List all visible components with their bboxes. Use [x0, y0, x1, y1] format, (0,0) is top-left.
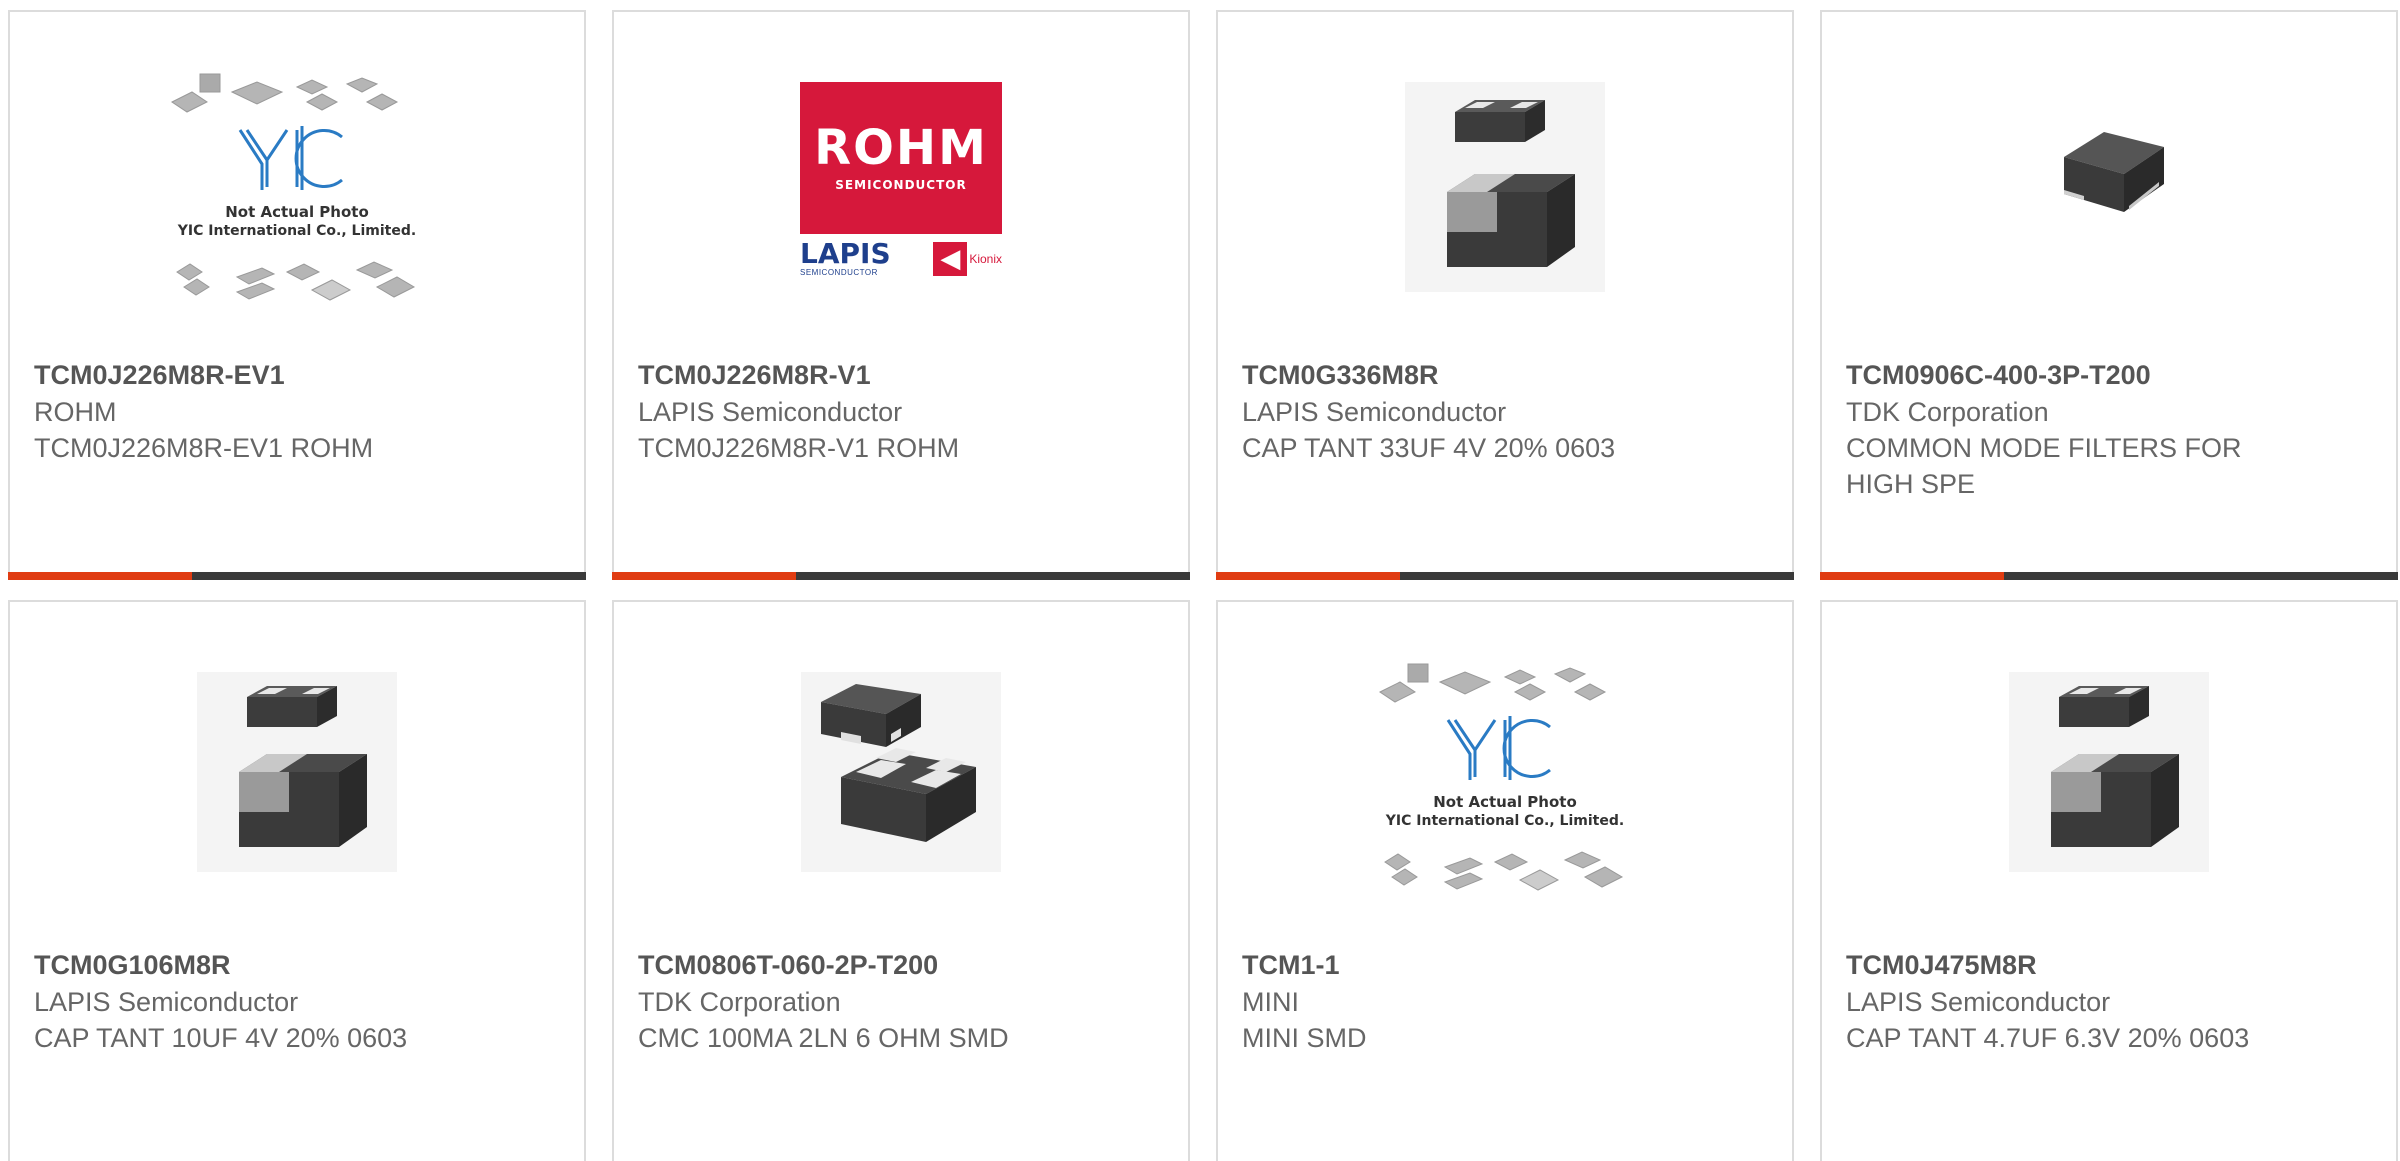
- card-bottom-bar: [8, 572, 586, 580]
- capacitor-photo: [2009, 672, 2209, 872]
- image-caption-line2: YIC International Co., Limited.: [177, 223, 416, 239]
- product-card[interactable]: TCM0G336M8R LAPIS Semiconductor CAP TANT…: [1216, 10, 1794, 580]
- manufacturer: LAPIS Semiconductor: [1242, 397, 1507, 427]
- kionix-logo-text: Kionix: [969, 251, 1002, 266]
- part-number[interactable]: TCM0906C-400-3P-T200: [1846, 356, 2366, 394]
- manufacturer: LAPIS Semiconductor: [638, 397, 903, 427]
- product-card[interactable]: TCM0J475M8R LAPIS Semiconductor CAP TANT…: [1820, 600, 2398, 1161]
- manufacturer: TDK Corporation: [638, 987, 841, 1017]
- kionix-k-icon: ◀: [933, 241, 968, 276]
- image-caption-line2: YIC International Co., Limited.: [1385, 813, 1624, 829]
- description: CMC 100MA 2LN 6 OHM SMD: [638, 1023, 1009, 1053]
- part-number[interactable]: TCM0G106M8R: [34, 946, 554, 984]
- card-bottom-bar: [1216, 572, 1794, 580]
- product-image[interactable]: [614, 672, 1188, 952]
- part-number[interactable]: TCM0J226M8R-EV1: [34, 356, 554, 394]
- product-image[interactable]: [1218, 82, 1792, 362]
- card-accent-bar: [1820, 572, 2004, 580]
- manufacturer: LAPIS Semiconductor: [1846, 987, 2111, 1017]
- product-image[interactable]: [10, 672, 584, 952]
- part-number[interactable]: TCM1-1: [1242, 946, 1762, 984]
- lapis-logo-subtext: SEMICONDUCTOR: [800, 268, 878, 277]
- smd-cmc-photo: [801, 672, 1001, 872]
- kionix-logo: ◀ Kionix: [933, 241, 1002, 276]
- product-grid: Not Actual Photo YIC International Co., …: [0, 0, 2400, 1161]
- image-caption-line1: Not Actual Photo: [1433, 793, 1577, 811]
- card-bottom-bar: [612, 572, 1190, 580]
- manufacturer: LAPIS Semiconductor: [34, 987, 299, 1017]
- product-card[interactable]: TCM0906C-400-3P-T200 TDK Corporation COM…: [1820, 10, 2398, 580]
- description: CAP TANT 33UF 4V 20% 0603: [1242, 433, 1616, 463]
- description: CAP TANT 10UF 4V 20% 0603: [34, 1023, 408, 1053]
- rohm-logo-text: ROHM: [814, 120, 988, 176]
- product-card[interactable]: TCM0806T-060-2P-T200 TDK Corporation CMC…: [612, 600, 1190, 1161]
- part-number[interactable]: TCM0G336M8R: [1242, 356, 1762, 394]
- part-number[interactable]: TCM0J475M8R: [1846, 946, 2366, 984]
- description: COMMON MODE FILTERS FOR HIGH SPE: [1846, 433, 2242, 499]
- capacitor-photo: [197, 672, 397, 872]
- card-bottom-bar: [1820, 572, 2398, 580]
- manufacturer: TDK Corporation: [1846, 397, 2049, 427]
- part-number[interactable]: TCM0806T-060-2P-T200: [638, 946, 1158, 984]
- product-image[interactable]: Not Actual Photo YIC International Co., …: [1218, 662, 1792, 942]
- product-image[interactable]: ROHM SEMICONDUCTOR LAPIS SEMICONDUCTOR ◀…: [614, 82, 1188, 362]
- product-card[interactable]: Not Actual Photo YIC International Co., …: [8, 10, 586, 580]
- capacitor-photo: [1405, 82, 1605, 292]
- description: MINI SMD: [1242, 1023, 1367, 1053]
- part-number[interactable]: TCM0J226M8R-V1: [638, 356, 1158, 394]
- card-accent-bar: [8, 572, 192, 580]
- description: TCM0J226M8R-V1 ROHM: [638, 433, 960, 463]
- lapis-logo-text: LAPIS: [800, 237, 891, 270]
- description: CAP TANT 4.7UF 6.3V 20% 0603: [1846, 1023, 2250, 1053]
- product-card[interactable]: ROHM SEMICONDUCTOR LAPIS SEMICONDUCTOR ◀…: [612, 10, 1190, 580]
- product-image[interactable]: [1822, 82, 2396, 362]
- rohm-logo-subtext: SEMICONDUCTOR: [835, 178, 967, 192]
- manufacturer: MINI: [1242, 987, 1299, 1017]
- product-image[interactable]: Not Actual Photo YIC International Co., …: [10, 72, 584, 352]
- smd-filter-photo: [2064, 132, 2164, 212]
- placeholder-chips-image: Not Actual Photo YIC International Co., …: [1379, 663, 1624, 891]
- placeholder-chips-image: Not Actual Photo YIC International Co., …: [171, 73, 416, 301]
- rohm-logo: ROHM SEMICONDUCTOR LAPIS SEMICONDUCTOR ◀…: [800, 82, 1002, 277]
- manufacturer: ROHM: [34, 397, 117, 427]
- description: TCM0J226M8R-EV1 ROHM: [34, 433, 374, 463]
- card-accent-bar: [1216, 572, 1400, 580]
- image-caption-line1: Not Actual Photo: [225, 203, 369, 221]
- product-image[interactable]: [1822, 672, 2396, 952]
- product-card[interactable]: TCM0G106M8R LAPIS Semiconductor CAP TANT…: [8, 600, 586, 1161]
- product-card[interactable]: Not Actual Photo YIC International Co., …: [1216, 600, 1794, 1161]
- card-accent-bar: [612, 572, 796, 580]
